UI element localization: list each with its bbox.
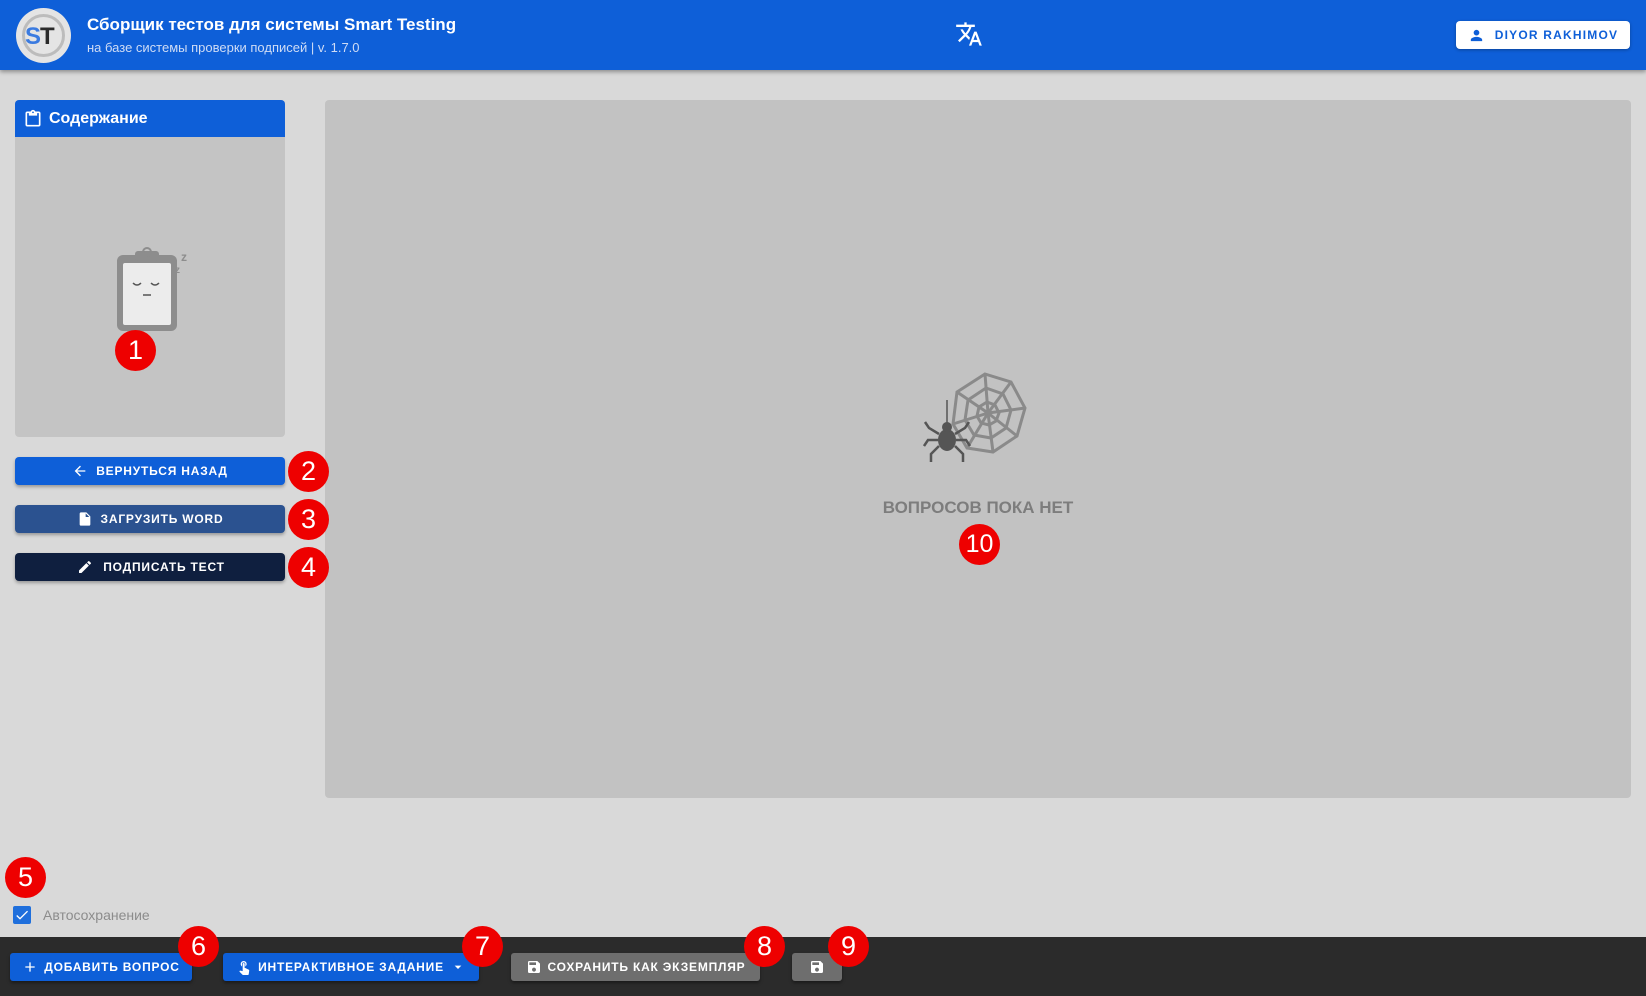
add-question-label: ДОБАВИТЬ ВОПРОС — [44, 960, 180, 974]
save-as-copy-label: СОХРАНИТЬ КАК ЭКЗЕМПЛЯР — [547, 960, 746, 974]
back-button[interactable]: ВЕРНУТЬСЯ НАЗАД — [15, 457, 285, 485]
annotation-marker-9: 9 — [828, 926, 869, 967]
svg-text:z: z — [181, 250, 187, 264]
annotation-marker-1: 1 — [115, 330, 156, 371]
app-logo: S T — [16, 8, 71, 63]
user-name: DIYOR RAKHIMOV — [1494, 28, 1619, 42]
user-icon — [1470, 29, 1482, 41]
content-panel-title: Содержание — [49, 109, 148, 127]
touch-icon — [239, 961, 250, 975]
empty-state-text: ВОПРОСОВ ПОКА НЕТ — [882, 498, 1074, 517]
save-icon — [811, 961, 823, 973]
check-icon — [16, 910, 28, 920]
autosave-label: Автосохранение — [43, 907, 150, 923]
annotation-marker-8: 8 — [744, 926, 785, 967]
questions-area: ВОПРОСОВ ПОКА НЕТ — [325, 100, 1631, 798]
caret-down-icon — [454, 965, 462, 969]
upload-word-label: ЗАГРУЗИТЬ WORD — [100, 512, 224, 526]
clipboard-icon — [25, 109, 41, 126]
file-icon — [79, 512, 90, 526]
app-header: S T Сборщик тестов для системы Smart Tes… — [0, 0, 1646, 70]
save-as-copy-button[interactable]: СОХРАНИТЬ КАК ЭКЗЕМПЛЯР — [511, 953, 760, 981]
svg-text:S: S — [25, 23, 41, 50]
sign-test-label: ПОДПИСАТЬ ТЕСТ — [103, 560, 225, 574]
arrow-left-icon — [74, 465, 86, 477]
plus-icon — [25, 962, 35, 972]
annotation-marker-5: 5 — [5, 857, 46, 898]
spider-web-icon — [922, 370, 1033, 475]
svg-text:z: z — [175, 265, 180, 276]
signature-icon — [79, 560, 92, 573]
back-button-label: ВЕРНУТЬСЯ НАЗАД — [96, 464, 228, 478]
annotation-marker-7: 7 — [462, 926, 503, 967]
translate-icon[interactable] — [955, 20, 987, 52]
interactive-task-dropdown[interactable]: ИНТЕРАКТИВНОЕ ЗАДАНИЕ — [223, 953, 479, 981]
svg-text:T: T — [40, 23, 55, 50]
app-subtitle: на базе системы проверки подписей | v. 1… — [87, 40, 360, 55]
interactive-task-label: ИНТЕРАКТИВНОЕ ЗАДАНИЕ — [258, 960, 444, 974]
annotation-marker-4: 4 — [288, 547, 329, 588]
annotation-marker-6: 6 — [178, 926, 219, 967]
autosave-checkbox[interactable] — [13, 906, 31, 924]
content-panel: Содержание z z — [15, 100, 285, 437]
annotation-marker-10: 10 — [959, 524, 1000, 565]
sleeping-clipboard-icon: z z — [105, 245, 195, 340]
content-panel-header: Содержание — [15, 100, 285, 137]
app-title: Сборщик тестов для системы Smart Testing — [87, 15, 457, 34]
annotation-marker-2: 2 — [288, 451, 329, 492]
user-account-button[interactable]: DIYOR RAKHIMOV — [1456, 21, 1630, 49]
sign-test-button[interactable]: ПОДПИСАТЬ ТЕСТ — [15, 553, 285, 581]
add-question-button[interactable]: ДОБАВИТЬ ВОПРОС — [10, 953, 192, 981]
bottom-toolbar: ДОБАВИТЬ ВОПРОС ИНТЕРАКТИВНОЕ ЗАДАНИЕ СО… — [0, 937, 1646, 996]
annotation-marker-3: 3 — [288, 499, 329, 540]
save-icon — [527, 961, 540, 973]
autosave-toggle[interactable]: Автосохранение — [13, 906, 150, 924]
upload-word-button[interactable]: ЗАГРУЗИТЬ WORD — [15, 505, 285, 533]
